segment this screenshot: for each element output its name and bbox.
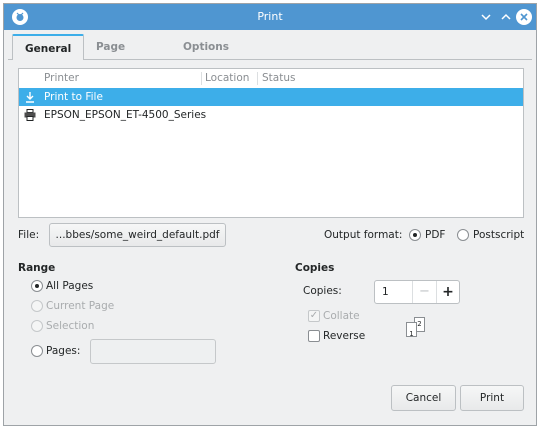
column-divider [257, 72, 258, 85]
page-preview-icon: 1 [406, 322, 417, 338]
range-heading: Range [18, 262, 56, 274]
column-status[interactable]: Status [262, 72, 295, 84]
close-button[interactable] [516, 9, 532, 25]
cancel-button[interactable]: Cancel [391, 385, 456, 411]
tab-options[interactable]: Options [171, 34, 241, 60]
pages-radio[interactable] [31, 345, 43, 357]
printer-name: Print to File [44, 91, 103, 103]
title-bar[interactable]: Print [4, 4, 536, 30]
file-path-button[interactable]: ...bbes/some_weird_default.pdf [49, 223, 226, 247]
pdf-radio[interactable] [409, 229, 421, 241]
copies-increment-button[interactable]: + [436, 281, 459, 303]
selection-label: Selection [46, 320, 95, 332]
all-pages-label[interactable]: All Pages [46, 280, 93, 292]
postscript-radio[interactable] [457, 229, 469, 241]
pages-input[interactable] [90, 339, 216, 364]
pages-label[interactable]: Pages: [46, 345, 80, 357]
reverse-checkbox[interactable] [308, 330, 320, 342]
printer-list[interactable]: Printer Location Status Print to File EP… [18, 68, 524, 218]
collate-checkbox: ✓ [308, 310, 320, 322]
current-page-radio [31, 300, 43, 312]
tab-general[interactable]: General [12, 34, 85, 60]
chevron-down-icon [481, 14, 491, 21]
selection-radio [31, 320, 43, 332]
copies-decrement-button: − [412, 281, 436, 303]
copies-spinbox[interactable]: 1 − + [374, 280, 460, 304]
column-location[interactable]: Location [205, 72, 249, 84]
maximize-button[interactable] [498, 9, 514, 25]
column-divider [201, 72, 202, 85]
reverse-label[interactable]: Reverse [323, 330, 365, 342]
printer-row-print-to-file[interactable]: Print to File [19, 88, 523, 106]
current-page-label: Current Page [46, 300, 115, 312]
download-arrow-icon [23, 88, 37, 106]
print-dialog: Print General Page Setup Options Printer… [3, 3, 537, 426]
copies-label: Copies: [303, 285, 342, 297]
printer-name: EPSON_EPSON_ET-4500_Series [44, 109, 207, 121]
printer-row-epson[interactable]: EPSON_EPSON_ET-4500_Series [19, 106, 523, 124]
window-title: Print [257, 10, 283, 23]
copies-heading: Copies [295, 262, 335, 274]
pdf-label[interactable]: PDF [425, 229, 445, 241]
tab-page-setup[interactable]: Page Setup [84, 34, 143, 79]
collate-label: Collate [323, 310, 360, 322]
minimize-button[interactable] [478, 9, 494, 25]
print-button[interactable]: Print [460, 385, 524, 411]
output-format-label: Output format: [324, 229, 403, 241]
copies-value[interactable]: 1 [382, 286, 389, 298]
printer-icon [23, 106, 37, 124]
close-icon [520, 13, 528, 21]
printer-list-header: Printer Location Status [19, 69, 523, 88]
postscript-label[interactable]: Postscript [473, 229, 524, 241]
column-printer[interactable]: Printer [44, 72, 79, 84]
chevron-up-icon [501, 13, 511, 20]
all-pages-radio[interactable] [31, 280, 43, 292]
file-label: File: [18, 229, 40, 241]
